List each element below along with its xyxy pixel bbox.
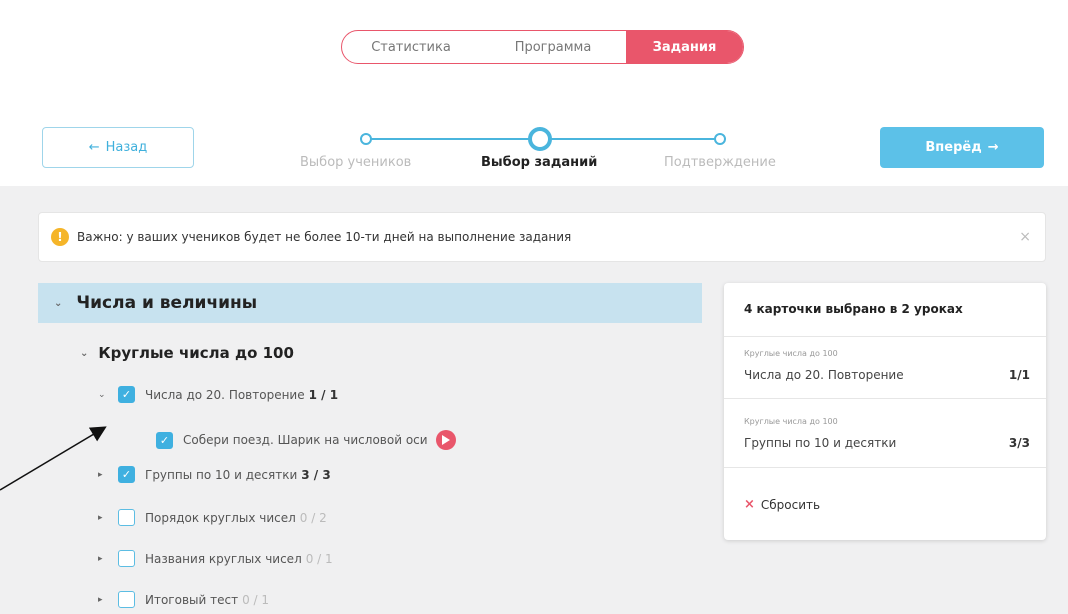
list-item[interactable]: ⌄ ✓ Числа до 20. Повторение 1 / 1 xyxy=(98,386,338,403)
section-title: Числа и величины xyxy=(76,293,258,313)
step-dot-2-active xyxy=(528,127,552,151)
step-label-confirm: Подтверждение xyxy=(664,155,776,170)
summary-entry-value: 3/3 xyxy=(1008,436,1030,450)
step-dot-3 xyxy=(714,133,726,145)
divider xyxy=(724,398,1046,399)
subsection-title: Круглые числа до 100 xyxy=(98,344,294,362)
warning-icon: ! xyxy=(51,228,69,246)
item-label: Группы по 10 и десятки xyxy=(145,467,298,482)
summary-entry-value: 1/1 xyxy=(1008,368,1030,382)
divider xyxy=(724,467,1046,468)
close-icon[interactable]: × xyxy=(1019,229,1031,245)
summary-entry-category: Круглые числа до 100 xyxy=(744,349,838,358)
summary-entry-category: Круглые числа до 100 xyxy=(744,417,838,426)
view-tabs: Статистика Программа Задания xyxy=(341,30,744,64)
summary-title: 4 карточки выбрано в 2 уроках xyxy=(744,302,963,316)
item-label: Порядок круглых чисел xyxy=(145,510,296,525)
list-item[interactable]: ▸ Итоговый тест 0 / 1 xyxy=(98,591,269,608)
list-item[interactable]: ✓ Собери поезд. Шарик на числовой оси xyxy=(156,430,456,450)
step-label-tasks: Выбор заданий xyxy=(481,155,598,170)
section-header[interactable]: ⌄ Числа и величины xyxy=(38,283,702,323)
checkbox[interactable] xyxy=(118,550,135,567)
item-label: Собери поезд. Шарик на числовой оси xyxy=(183,433,428,447)
item-count: 3 / 3 xyxy=(301,467,331,482)
list-item[interactable]: ▸ Порядок круглых чисел 0 / 2 xyxy=(98,509,327,526)
close-icon: × xyxy=(744,497,755,512)
top-bar: Статистика Программа Задания ← Назад Выб… xyxy=(0,0,1068,186)
step-label-students: Выбор учеников xyxy=(300,155,412,170)
subsection-header[interactable]: ⌄ Круглые числа до 100 xyxy=(80,344,294,362)
checkbox[interactable]: ✓ xyxy=(118,386,135,403)
checkbox[interactable]: ✓ xyxy=(118,466,135,483)
item-label: Итоговый тест xyxy=(145,592,239,607)
annotation-arrow xyxy=(0,426,107,491)
item-count: 1 / 1 xyxy=(308,387,339,402)
item-label: Числа до 20. Повторение xyxy=(145,387,305,402)
step-dot-1 xyxy=(360,133,372,145)
alert-text: Важно: у ваших учеников будет не более 1… xyxy=(77,230,572,244)
arrow-right-icon: → xyxy=(987,140,999,155)
tab-program[interactable]: Программа xyxy=(480,31,626,63)
chevron-right-icon[interactable]: ▸ xyxy=(98,595,106,605)
chevron-down-icon: ⌄ xyxy=(54,297,63,309)
stepper-line-2 xyxy=(540,138,720,140)
arrow-left-icon: ← xyxy=(88,140,100,155)
chevron-right-icon[interactable]: ▸ xyxy=(98,554,106,564)
item-count: 0 / 1 xyxy=(242,592,270,607)
checkbox[interactable]: ✓ xyxy=(156,431,173,449)
chevron-down-icon[interactable]: ⌄ xyxy=(98,390,106,400)
chevron-down-icon: ⌄ xyxy=(80,347,89,359)
checkbox[interactable] xyxy=(118,591,135,608)
list-item[interactable]: ▸ Названия круглых чисел 0 / 1 xyxy=(98,550,333,567)
selection-summary-panel: 4 карточки выбрано в 2 уроках Круглые чи… xyxy=(724,283,1046,540)
back-button[interactable]: ← Назад xyxy=(42,127,194,168)
play-icon[interactable] xyxy=(435,430,456,450)
tab-statistics[interactable]: Статистика xyxy=(342,31,480,63)
summary-entry-name: Группы по 10 и десятки xyxy=(744,436,897,450)
back-button-label: Назад xyxy=(105,140,148,155)
summary-entry-name: Числа до 20. Повторение xyxy=(744,368,904,382)
stepper-line-1 xyxy=(366,138,540,140)
chevron-right-icon[interactable]: ▸ xyxy=(98,513,106,523)
list-item[interactable]: ▸ ✓ Группы по 10 и десятки 3 / 3 xyxy=(98,466,331,483)
warning-alert: ! Важно: у ваших учеников будет не более… xyxy=(38,212,1046,262)
next-button[interactable]: Вперёд → xyxy=(880,127,1044,168)
next-button-label: Вперёд xyxy=(925,140,982,155)
checkbox[interactable] xyxy=(118,509,135,526)
reset-button[interactable]: × Сбросить xyxy=(744,497,820,512)
reset-label: Сбросить xyxy=(760,497,821,512)
item-count: 0 / 1 xyxy=(305,551,333,566)
item-label: Названия круглых чисел xyxy=(145,551,302,566)
tab-assignments[interactable]: Задания xyxy=(626,31,743,63)
divider xyxy=(724,336,1046,337)
item-count: 0 / 2 xyxy=(299,510,327,525)
